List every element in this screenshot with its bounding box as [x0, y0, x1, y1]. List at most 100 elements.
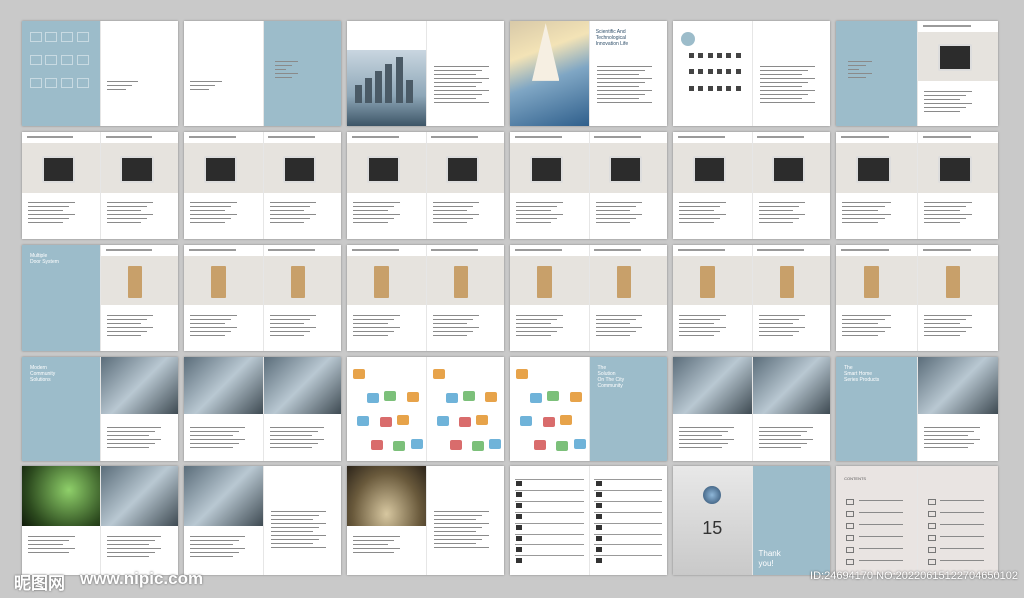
text-line: [842, 218, 885, 219]
text-line: [107, 435, 149, 436]
index-icon: [698, 69, 704, 75]
text-line: [924, 431, 974, 432]
text-line: [190, 447, 233, 448]
green-photo: [22, 466, 100, 526]
text-line: [269, 210, 304, 211]
brochure-spread: [510, 466, 667, 575]
contents-icon: [845, 534, 854, 541]
pattern-icon: [76, 54, 89, 65]
text-line: [924, 331, 966, 332]
text-line: [924, 327, 973, 328]
brochure-page-right: [588, 466, 668, 575]
monitor-device: [692, 155, 727, 184]
skyscraper: [365, 77, 373, 103]
monitor-device: [203, 155, 238, 184]
text-line: [275, 73, 299, 74]
contents-icon: [927, 510, 936, 517]
diagram-node: [445, 393, 458, 404]
pattern-icon: [61, 31, 73, 42]
contents-line: [940, 499, 985, 501]
cover-title: Scientific And Technological Innovation …: [595, 29, 629, 47]
brochure-spread: [836, 245, 998, 351]
text-line: [432, 319, 473, 320]
text-line: [107, 544, 149, 545]
index-icon: [716, 69, 722, 75]
section-title: Multiple Door System: [30, 253, 59, 265]
diagram-node: [569, 392, 582, 403]
contents-line: [858, 535, 904, 537]
diagram-node: [459, 417, 472, 428]
text-line: [758, 447, 801, 448]
door-panel: [453, 266, 468, 298]
product-thumb: [595, 513, 602, 519]
table-row: [594, 500, 663, 502]
diagram-node: [406, 392, 419, 403]
text-line: [353, 327, 401, 328]
text-line: [107, 536, 162, 537]
text-line: [432, 202, 480, 203]
text-line: [842, 210, 879, 211]
text-line: [28, 540, 69, 541]
contents-icon: [845, 522, 854, 529]
diagram-node: [472, 441, 485, 452]
text-line: [107, 427, 162, 428]
contents-title: CONTENTS: [844, 476, 867, 481]
text-line: [434, 66, 489, 67]
text-line: [597, 82, 646, 83]
brochure-spread: [510, 132, 667, 239]
text-line: [842, 331, 885, 332]
text-line: [516, 210, 551, 211]
brochure-page-left: CONTENTS: [836, 466, 917, 575]
brochure-spread: [347, 357, 504, 461]
text-line: [758, 335, 793, 336]
brochure-page-left: [347, 245, 426, 351]
contents-line: [858, 547, 904, 549]
index-icon: [707, 52, 713, 58]
text-line: [190, 214, 238, 215]
index-icon: [707, 69, 713, 75]
text-line: [434, 535, 489, 536]
table-row: [514, 479, 584, 481]
text-line: [758, 439, 813, 440]
door-panel: [779, 266, 794, 298]
brochure-page-left: [510, 466, 589, 575]
text-line: [107, 540, 155, 541]
text-line: [758, 222, 793, 223]
diagram-node: [520, 416, 533, 427]
text-line: [107, 552, 155, 553]
text-line: [353, 331, 395, 332]
text-line: [679, 202, 727, 203]
text-line: [516, 323, 551, 324]
text-line: [679, 218, 721, 219]
table-row: [594, 544, 663, 546]
monitor-device: [608, 155, 643, 184]
text-line: [848, 65, 866, 66]
index-icon: [726, 69, 732, 75]
text-line: [842, 315, 892, 316]
table-row: [594, 479, 663, 481]
text-line: [924, 103, 973, 104]
text-line: [269, 202, 317, 203]
text-line: [924, 315, 973, 316]
contents-line: [940, 535, 985, 537]
text-line: [107, 548, 162, 549]
brochure-page-right: [425, 466, 505, 575]
brochure-spread: [184, 132, 341, 239]
text-line: [679, 327, 727, 328]
page-header: [757, 136, 804, 138]
text-line: [842, 214, 892, 215]
text-line: [924, 447, 968, 448]
brochure-page-left: [836, 132, 917, 239]
brochure-page-left: Multiple Door System: [22, 245, 100, 351]
text-line: [595, 323, 630, 324]
diagram-node: [432, 369, 445, 380]
brochure-spread: [184, 466, 341, 575]
table-row: [514, 544, 584, 546]
brochure-spread: The Smart Home Series Products: [836, 357, 998, 461]
brochure-page-left: [347, 132, 426, 239]
text-line: [432, 218, 473, 219]
product-thumb: [516, 535, 523, 541]
brochure-spread: CONTENTS: [836, 466, 998, 575]
brochure-page-right: The Solution On The City Community: [588, 357, 667, 461]
text-line: [842, 206, 885, 207]
